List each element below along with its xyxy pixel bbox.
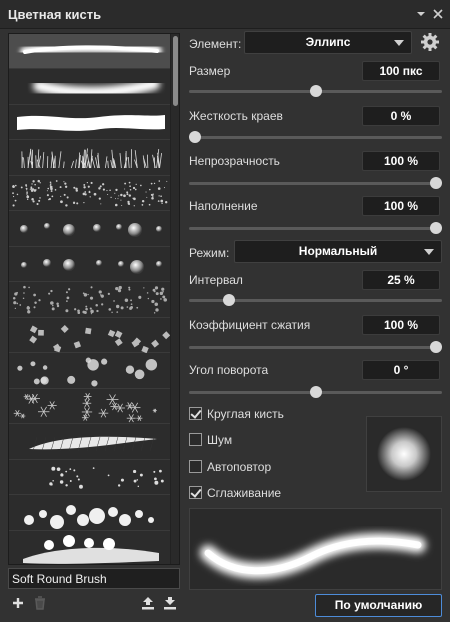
reset-default-button[interactable]: По умолчанию bbox=[315, 594, 442, 617]
slider-thumb[interactable] bbox=[222, 294, 235, 306]
brush-list-item[interactable] bbox=[9, 141, 171, 176]
brush-list-item[interactable] bbox=[9, 531, 171, 564]
element-value: Эллипс bbox=[305, 35, 351, 49]
slider-track bbox=[189, 182, 442, 185]
hardness-label: Жесткость краев bbox=[189, 109, 283, 123]
element-dropdown[interactable]: Эллипс bbox=[244, 31, 412, 54]
checkbox-box[interactable] bbox=[189, 433, 202, 446]
slider-thumb[interactable] bbox=[430, 341, 442, 353]
checkbox-label: Круглая кисть bbox=[207, 407, 284, 421]
brush-thumbnail bbox=[21, 259, 162, 274]
brush-thumbnail bbox=[33, 77, 160, 98]
brush-list-item[interactable] bbox=[9, 354, 171, 389]
title-bar: Цветная кисть bbox=[0, 0, 450, 29]
brush-thumbnail bbox=[49, 466, 164, 489]
slider-thumb[interactable] bbox=[309, 386, 322, 398]
upload-icon[interactable] bbox=[140, 595, 156, 611]
plus-icon[interactable] bbox=[10, 595, 26, 611]
hardness-slider[interactable] bbox=[189, 130, 442, 144]
slider-track bbox=[189, 346, 442, 349]
fill-value[interactable]: 100 % bbox=[362, 196, 440, 216]
compression-label: Коэффициент сжатия bbox=[189, 318, 311, 332]
slider-thumb[interactable] bbox=[189, 131, 201, 143]
gear-icon[interactable] bbox=[420, 32, 440, 52]
fill-slider[interactable] bbox=[189, 221, 442, 235]
brush-list-item[interactable] bbox=[9, 496, 171, 531]
brush-list-item[interactable] bbox=[9, 70, 171, 105]
checkbox-label: Сглаживание bbox=[207, 486, 282, 500]
brush-list-item[interactable] bbox=[9, 425, 171, 460]
brush-tip-preview bbox=[366, 416, 442, 492]
slider-thumb[interactable] bbox=[309, 85, 322, 97]
spacing-label: Интервал bbox=[189, 273, 243, 287]
brush-list-item[interactable] bbox=[9, 247, 171, 282]
size-slider[interactable] bbox=[189, 84, 442, 98]
trash-icon[interactable] bbox=[32, 595, 48, 611]
brush-thumbnail bbox=[17, 115, 165, 131]
mode-dropdown[interactable]: Нормальный bbox=[234, 240, 442, 263]
brush-name-field[interactable] bbox=[8, 568, 180, 589]
compression-slider[interactable] bbox=[189, 340, 442, 354]
chevron-down-icon bbox=[424, 249, 434, 255]
brush-thumbnail bbox=[29, 436, 157, 451]
mode-value: Нормальный bbox=[298, 244, 378, 258]
element-label: Элемент: bbox=[189, 37, 242, 51]
checkbox-box[interactable] bbox=[189, 407, 202, 420]
brush-list-item[interactable] bbox=[9, 34, 171, 69]
brush-thumbnail bbox=[17, 357, 158, 386]
brush-list[interactable] bbox=[8, 33, 180, 565]
brush-thumbnail bbox=[29, 324, 171, 353]
brush-thumbnail bbox=[12, 179, 168, 207]
rotation-label: Угол поворота bbox=[189, 363, 269, 377]
panel-menu-icon[interactable] bbox=[414, 6, 428, 22]
checkbox-box[interactable] bbox=[189, 460, 202, 473]
scrollbar-thumb[interactable] bbox=[173, 36, 178, 106]
checkbox-label: Автоповтор bbox=[207, 460, 272, 474]
brush-list-item[interactable] bbox=[9, 176, 171, 211]
brush-thumbnail bbox=[21, 147, 162, 168]
brush-list-scrollbar[interactable] bbox=[170, 34, 179, 564]
brush-thumbnail bbox=[13, 393, 157, 423]
brush-list-item[interactable] bbox=[9, 389, 171, 424]
rotation-slider[interactable] bbox=[189, 385, 442, 399]
slider-thumb[interactable] bbox=[430, 177, 442, 189]
brush-thumbnail bbox=[20, 222, 162, 237]
compression-value[interactable]: 100 % bbox=[362, 315, 440, 335]
download-icon[interactable] bbox=[162, 595, 178, 611]
slider-thumb[interactable] bbox=[430, 222, 442, 234]
size-label: Размер bbox=[189, 64, 231, 78]
hardness-value[interactable]: 0 % bbox=[362, 106, 440, 126]
opacity-label: Непрозрачность bbox=[189, 154, 280, 168]
brush-list-item[interactable] bbox=[9, 105, 171, 140]
panel-title: Цветная кисть bbox=[8, 7, 102, 22]
brush-thumbnail bbox=[12, 285, 168, 314]
checkbox-box[interactable] bbox=[189, 486, 202, 499]
slider-track bbox=[189, 227, 442, 230]
opacity-value[interactable]: 100 % bbox=[362, 151, 440, 171]
brush-thumbnail bbox=[24, 504, 154, 529]
brush-list-item[interactable] bbox=[9, 283, 171, 318]
opacity-slider[interactable] bbox=[189, 176, 442, 190]
close-icon[interactable] bbox=[431, 6, 445, 22]
checkbox-label: Шум bbox=[207, 433, 233, 447]
slider-track bbox=[189, 136, 442, 139]
size-value[interactable]: 100 пкс bbox=[362, 61, 440, 81]
spacing-slider[interactable] bbox=[189, 293, 442, 307]
brush-list-item[interactable] bbox=[9, 318, 171, 353]
mode-label: Режим: bbox=[189, 246, 230, 260]
stroke-preview bbox=[189, 508, 442, 590]
brush-list-item[interactable] bbox=[9, 212, 171, 247]
chevron-down-icon bbox=[394, 40, 404, 46]
brush-thumbnail bbox=[20, 42, 162, 57]
spacing-value[interactable]: 25 % bbox=[362, 270, 440, 290]
brush-thumbnail bbox=[23, 535, 159, 564]
rotation-value[interactable]: 0 ° bbox=[362, 360, 440, 380]
brush-list-item[interactable] bbox=[9, 460, 171, 495]
fill-label: Наполнение bbox=[189, 199, 258, 213]
